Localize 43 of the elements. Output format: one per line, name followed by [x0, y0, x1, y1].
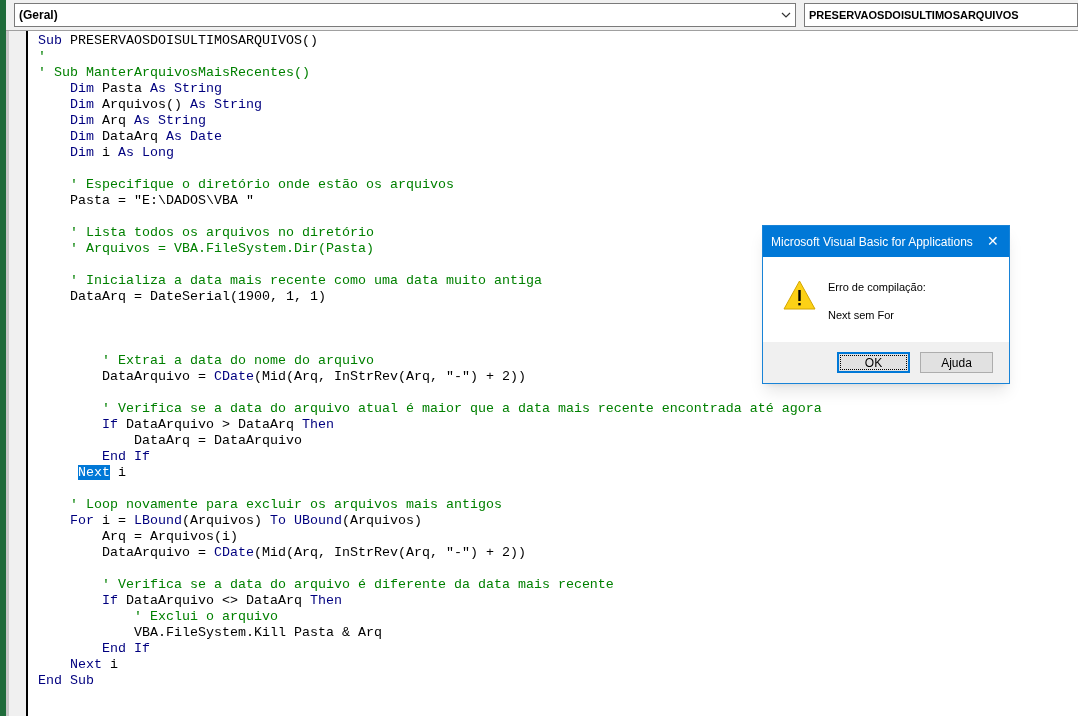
procedure-dropdown[interactable]: PRESERVAOSDOISULTIMOSARQUIVOS: [804, 3, 1078, 27]
code-line: If DataArquivo <> DataArq Then: [101, 593, 342, 609]
code-line: ' Sub ManterArquivosMaisRecentes(): [38, 65, 310, 81]
code-line: Dim Pasta As String: [69, 81, 222, 97]
close-button[interactable]: ✕: [977, 226, 1009, 257]
code-line: Sub PRESERVAOSDOISULTIMOSARQUIVOS(): [38, 33, 318, 49]
code-line: Next i: [78, 465, 126, 481]
code-line: Next i: [69, 657, 118, 673]
code-line: Pasta = "E:\DADOS\VBA ": [69, 193, 254, 209]
code-line: Arq = Arquivos(i): [101, 529, 238, 545]
code-line: DataArquivo = CDate(Mid(Arq, InStrRev(Arq, "-") + 2)): [101, 369, 526, 385]
warning-icon: [783, 280, 816, 310]
code-line: ' Arquivos = VBA.FileSystem.Dir(Pasta): [69, 241, 374, 257]
code-line: For i = LBound(Arquivos) To UBound(Arquivos): [69, 513, 422, 529]
code-line: DataArquivo = CDate(Mid(Arq, InStrRev(Arq, "-") + 2)): [101, 545, 526, 561]
dialog-button[interactable]: Ajuda: [920, 352, 993, 373]
code-line: ' Verifica se a data do arquivo é diferente da data mais recente: [101, 577, 614, 593]
code-line: Dim Arquivos() As String: [69, 97, 262, 113]
code-line: ' Especifique o diretório onde estão os arquivos: [69, 177, 454, 193]
code-line: DataArq = DataArquivo: [132, 433, 302, 449]
code-line: ' Extrai a data do nome do arquivo: [101, 353, 374, 369]
code-line: ' Loop novamente para excluir os arquivos mais antigos: [69, 497, 502, 513]
code-line: ': [38, 49, 46, 65]
code-line: Dim DataArq As Date: [69, 129, 222, 145]
dialog-title: Microsoft Visual Basic for Applications: [771, 233, 973, 251]
code-line: Dim i As Long: [69, 145, 174, 161]
object-dropdown[interactable]: (Geral): [14, 3, 796, 27]
code-line: ' Inicializa a data mais recente como uma data muito antiga: [69, 273, 542, 289]
code-line: VBA.FileSystem.Kill Pasta & Arq: [132, 625, 382, 641]
chevron-down-icon: [781, 12, 791, 18]
error-message: Next sem For: [828, 307, 895, 323]
code-line: End If: [101, 449, 150, 465]
code-line: Dim Arq As String: [69, 113, 206, 129]
code-line: End Sub: [38, 673, 94, 689]
code-line: If DataArquivo > DataArq Then: [101, 417, 334, 433]
dialog-button[interactable]: OK: [837, 352, 910, 373]
code-editor[interactable]: [26, 31, 1078, 716]
code-line: DataArq = DateSerial(1900, 1, 1): [69, 289, 326, 305]
code-line: ' Lista todos os arquivos no diretório: [69, 225, 374, 241]
error-heading: Erro de compilação:: [828, 280, 926, 295]
code-line: ' Exclui o arquivo: [132, 609, 278, 625]
code-line: End If: [101, 641, 150, 657]
code-line: ' Verifica se a data do arquivo atual é maior que a data mais recente encontrada até agora: [101, 401, 822, 417]
